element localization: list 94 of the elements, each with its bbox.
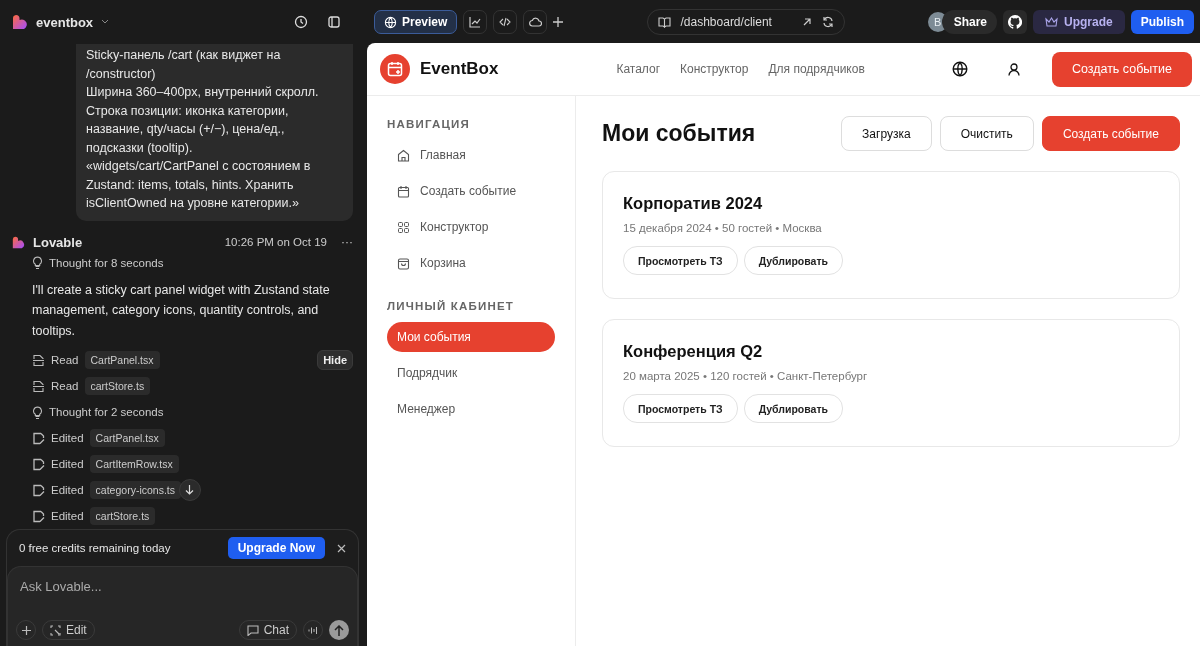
bag-icon <box>397 256 410 270</box>
lightbulb-icon <box>32 256 43 269</box>
calendar-icon <box>397 184 410 198</box>
scroll-down-button[interactable] <box>179 479 201 501</box>
select-icon <box>50 624 61 636</box>
file-chip[interactable]: CartPanel.tsx <box>89 429 165 447</box>
file-chip[interactable]: category-icons.ts <box>89 481 181 499</box>
send-button[interactable] <box>329 620 349 640</box>
upgrade-button[interactable]: Upgrade <box>1033 10 1125 34</box>
sidebar-item[interactable]: Менеджер <box>387 394 555 424</box>
step-label: Read <box>51 354 79 366</box>
step-label: Thought for 2 seconds <box>49 406 164 418</box>
github-icon <box>1008 15 1022 29</box>
chat-bubble-icon <box>246 624 259 636</box>
sidebar-item[interactable]: Подрядчик <box>387 358 555 388</box>
chat-input[interactable]: Ask Lovable... <box>16 579 349 594</box>
file-chip[interactable]: CartPanel.tsx <box>84 351 160 369</box>
lovable-logo-icon <box>12 235 25 249</box>
grid-icon <box>397 220 410 234</box>
lightbulb-icon <box>32 405 43 419</box>
cloud-icon <box>528 16 542 28</box>
history-icon[interactable] <box>294 15 308 29</box>
brand-logo-icon[interactable] <box>380 54 410 84</box>
code-tab[interactable] <box>493 10 518 34</box>
sidebar-item[interactable]: Конструктор <box>387 212 555 242</box>
sidebar-item[interactable]: Мои события <box>387 322 555 352</box>
file-icon <box>32 379 45 393</box>
sidebar-heading: НАВИГАЦИЯ <box>387 118 471 130</box>
sidebar-item[interactable]: Главная <box>387 140 555 170</box>
more-button[interactable]: ··· <box>341 235 353 249</box>
sidebar-heading: ЛИЧНЫЙ КАБИНЕТ <box>387 300 516 312</box>
home-icon <box>397 148 410 162</box>
plus-icon <box>21 625 31 635</box>
logo-icon <box>12 14 28 30</box>
event-details: 20 марта 2025 • 120 гостей • Санкт-Петербург <box>623 370 869 382</box>
step-label: Edited <box>51 432 84 444</box>
user-message: Sticky-панель /cart (как виджет на /constructor) Ширина 360–400px, внутренний скролл. Строка позиции: иконка категории, название, qty/часы (+/−), цена/ед., подсказки (tooltip). «widgets/cart/CartPanel с состоянием в Zustand: items, totals, hints. Хранить isClientOwned на уровне категории.» <box>76 44 353 221</box>
cloud-tab[interactable] <box>523 10 548 34</box>
analytics-tab[interactable] <box>463 10 488 34</box>
arrow-down-icon <box>185 485 195 495</box>
waveform-icon <box>308 625 318 635</box>
arrow-up-icon <box>334 624 344 636</box>
user-icon[interactable] <box>1007 62 1020 76</box>
step-label: Edited <box>51 510 84 522</box>
file-chip[interactable]: cartStore.ts <box>84 377 151 395</box>
code-icon <box>499 16 512 28</box>
assistant-reply: I'll create a sticky cart panel widget with Zustand state management, category icons, quantity controls, and tooltips. <box>31 281 331 340</box>
globe-icon <box>384 15 397 29</box>
nav-link[interactable]: Конструктор <box>680 62 749 76</box>
event-title: Конференция Q2 <box>623 342 764 361</box>
nav-link[interactable]: Каталог <box>616 62 661 76</box>
globe-icon[interactable] <box>951 61 968 77</box>
message-time: 10:26 PM on Oct 19 <box>224 236 327 248</box>
credits-notice: 0 free credits remaining today <box>19 542 171 554</box>
chart-icon <box>469 16 482 28</box>
sidebar-item[interactable]: Создать событие <box>387 176 555 206</box>
chevron-down-icon[interactable] <box>101 19 110 25</box>
edit-file-icon <box>32 483 45 497</box>
file-chip[interactable]: cartStore.ts <box>89 507 156 525</box>
crown-icon <box>1045 16 1058 28</box>
create-event-button[interactable]: Создать событие <box>1051 51 1192 87</box>
action-button[interactable]: Создать событие <box>1041 116 1180 151</box>
event-action-button[interactable]: Дублировать <box>743 246 843 275</box>
brand-name[interactable]: EventBox <box>420 59 499 79</box>
event-action-button[interactable]: Просмотреть ТЗ <box>623 394 738 423</box>
hide-button[interactable]: Hide <box>317 350 353 370</box>
project-name[interactable]: eventbox <box>36 14 94 30</box>
sidebar-item[interactable]: Корзина <box>387 248 555 278</box>
event-action-button[interactable]: Дублировать <box>743 394 843 423</box>
close-icon[interactable] <box>337 543 346 553</box>
sidebar-icon[interactable] <box>328 16 340 28</box>
publish-button[interactable]: Publish <box>1130 10 1194 34</box>
file-chip[interactable]: CartItemRow.tsx <box>89 455 179 473</box>
upgrade-now-button[interactable]: Upgrade Now <box>227 537 325 559</box>
add-icon[interactable] <box>553 17 564 27</box>
github-button[interactable] <box>1003 10 1027 34</box>
action-button[interactable]: Очистить <box>939 116 1034 151</box>
event-action-button[interactable]: Просмотреть ТЗ <box>623 246 738 275</box>
author-name: Lovable <box>33 234 83 250</box>
nav-link[interactable]: Для подрядчиков <box>768 62 865 76</box>
event-title: Корпоратив 2024 <box>623 194 764 213</box>
edit-file-icon <box>32 457 45 471</box>
step-label: Edited <box>51 484 84 496</box>
edit-file-icon <box>32 509 45 523</box>
step-label: Read <box>51 380 79 392</box>
page-title: Мои события <box>602 120 756 147</box>
step-label: Edited <box>51 458 84 470</box>
share-button[interactable]: Share <box>941 10 997 34</box>
file-icon <box>32 353 45 367</box>
preview-tab[interactable]: Preview <box>374 10 458 34</box>
event-details: 15 декабря 2024 • 50 гостей • Москва <box>623 222 823 234</box>
edit-file-icon <box>32 431 45 445</box>
action-button[interactable]: Загрузка <box>841 116 932 151</box>
thought-label[interactable]: Thought for 8 seconds <box>49 256 164 269</box>
